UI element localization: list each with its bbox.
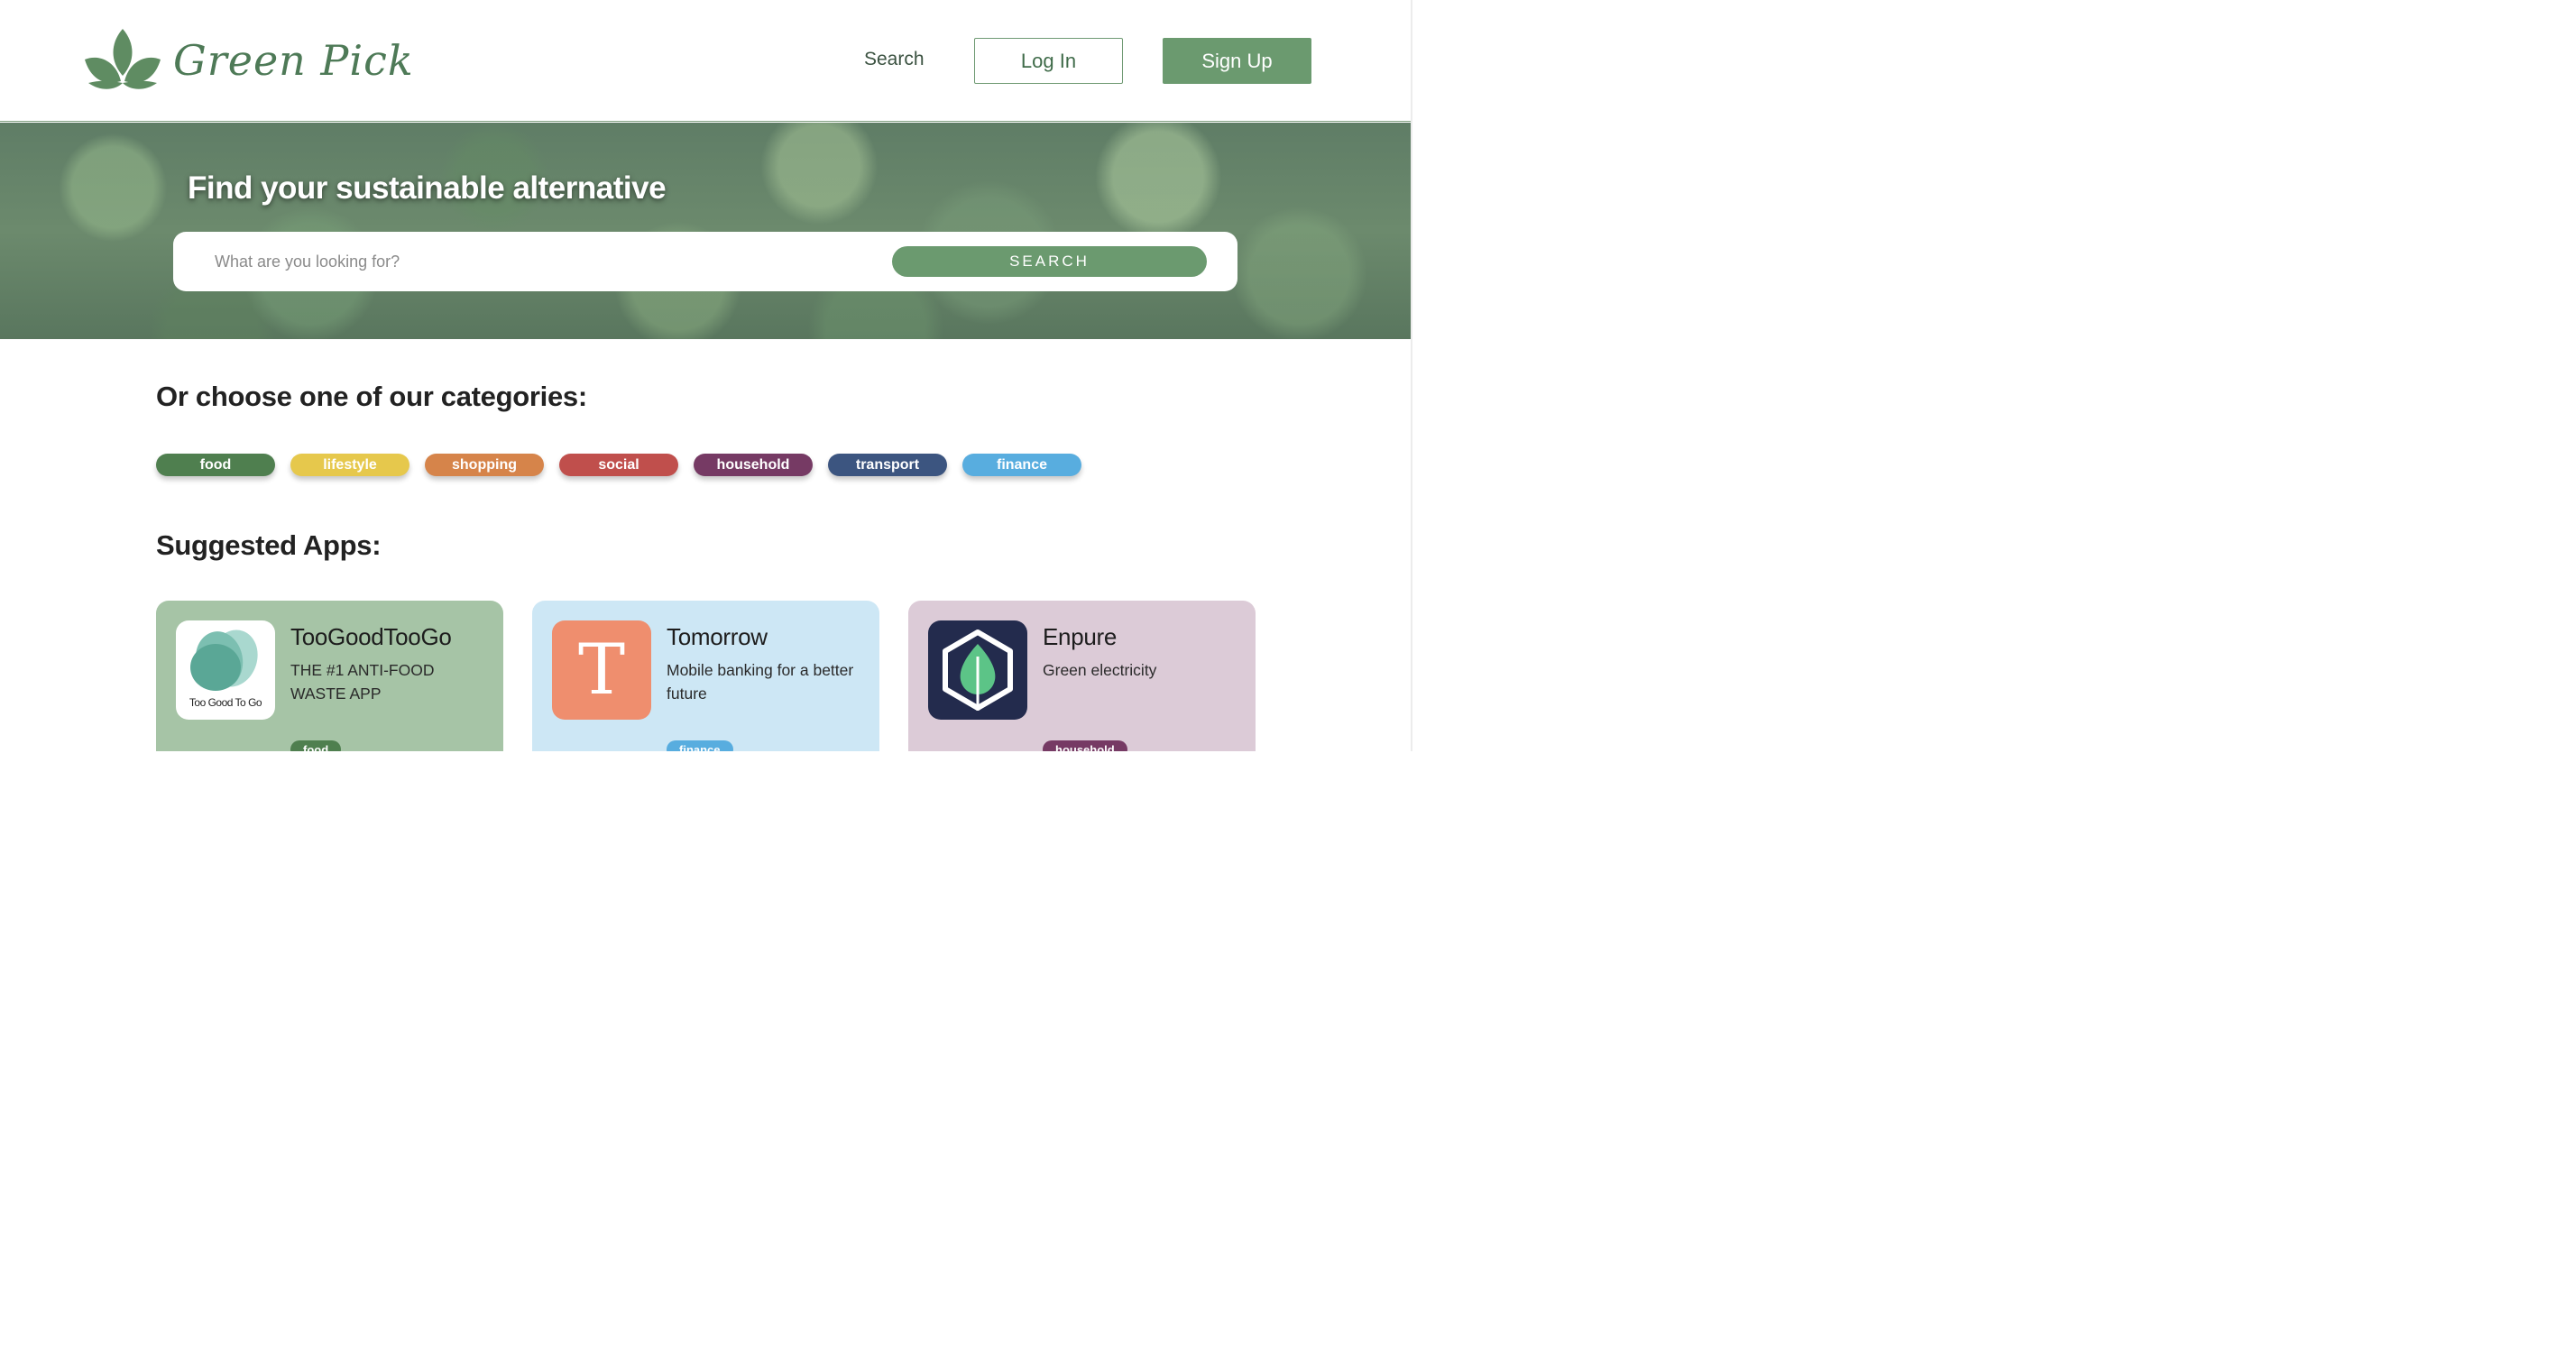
app-tag[interactable]: household — [1043, 740, 1127, 751]
suggested-apps-heading: Suggested Apps: — [156, 529, 382, 561]
app-name: TooGoodTooGo — [290, 623, 452, 650]
category-chip-shopping[interactable]: shopping — [425, 454, 544, 476]
category-chip-food[interactable]: food — [156, 454, 275, 476]
hero-title: Find your sustainable alternative — [188, 170, 667, 206]
app-name: Enpure — [1043, 623, 1118, 650]
app-card-tomorrow[interactable]: T Tomorrow Mobile banking for a better f… — [532, 601, 879, 751]
login-button[interactable]: Log In — [974, 38, 1123, 84]
category-chip-finance[interactable]: finance — [962, 454, 1081, 476]
page: Green Pick Search Log In Sign Up Find yo… — [0, 0, 1412, 751]
scrollbar[interactable] — [1411, 0, 1412, 751]
app-tag[interactable]: food — [290, 740, 342, 751]
search-input[interactable] — [215, 244, 864, 279]
app-description: Green electricity — [1043, 661, 1157, 679]
app-tag[interactable]: finance — [667, 740, 733, 751]
category-chip-lifestyle[interactable]: lifestyle — [290, 454, 409, 476]
nav-search-link[interactable]: Search — [864, 49, 925, 70]
app-name: Tomorrow — [667, 623, 768, 650]
app-description: Mobile banking for a better future — [667, 661, 854, 703]
categories-heading: Or choose one of our categories: — [156, 381, 587, 412]
toogoodtoogo-icon-text: Too Good To Go — [189, 696, 262, 709]
search-box: SEARCH — [173, 232, 1237, 291]
category-chip-transport[interactable]: transport — [828, 454, 947, 476]
app-card-enpure[interactable]: Enpure Green electricity household — [908, 601, 1256, 751]
category-chip-social[interactable]: social — [559, 454, 678, 476]
hero-banner: Find your sustainable alternative SEARCH — [0, 123, 1412, 339]
tomorrow-icon-letter: T — [577, 629, 626, 711]
enpure-icon — [928, 620, 1027, 720]
search-button[interactable]: SEARCH — [892, 246, 1207, 277]
logo-text: Green Pick — [173, 36, 414, 85]
toogoodtoogo-icon: Too Good To Go — [176, 620, 275, 720]
site-header: Green Pick Search Log In Sign Up — [0, 0, 1412, 122]
category-list: food lifestyle shopping social household… — [156, 454, 1097, 476]
tomorrow-icon: T — [552, 620, 651, 720]
logo[interactable]: Green Pick — [83, 27, 414, 94]
leaf-logo-icon — [85, 29, 161, 89]
category-chip-household[interactable]: household — [694, 454, 813, 476]
app-card-toogoodtoogo[interactable]: Too Good To Go TooGoodTooGo THE #1 ANTI-… — [156, 601, 503, 751]
signup-button[interactable]: Sign Up — [1163, 38, 1311, 84]
app-description: THE #1 ANTI-FOOD WASTE APP — [290, 661, 435, 703]
